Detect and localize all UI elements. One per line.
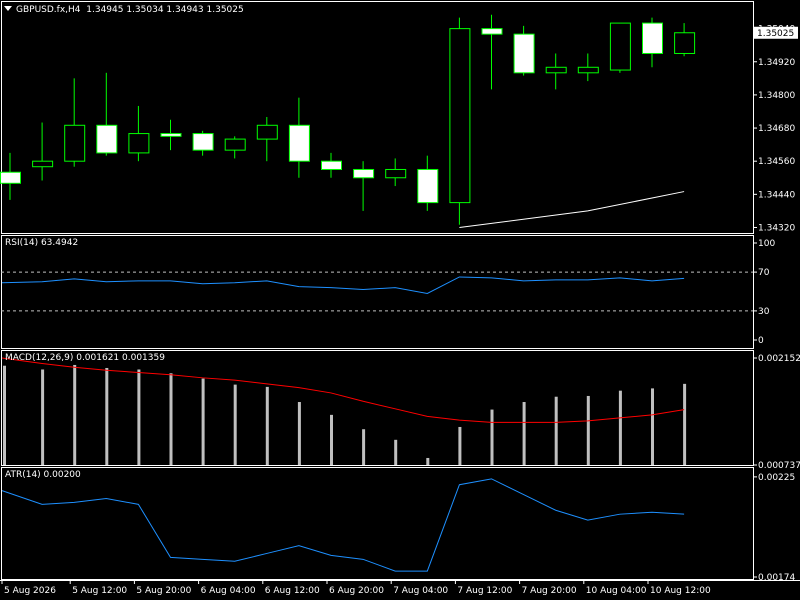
time-tick-label-1: 5 Aug 12:00 [72, 586, 127, 596]
time-tick-label-4: 6 Aug 12:00 [265, 586, 320, 596]
price-tick-label-1: 1.34920 [758, 58, 795, 68]
candle-body-19 [609, 22, 631, 71]
candle-body-9 [288, 124, 310, 162]
moving-average-line [459, 191, 685, 228]
macd-bar-8 [265, 386, 269, 465]
candle-body-14 [449, 28, 471, 204]
macd-bar-13 [426, 457, 430, 465]
candle-body-7 [224, 138, 246, 151]
candle-body-11 [353, 168, 375, 179]
macd-bar-12 [394, 439, 398, 465]
candle-body-12 [385, 168, 407, 179]
macd-bar-6 [201, 378, 205, 465]
candle-body-8 [256, 124, 278, 140]
rsi-tick-label-3: 0 [758, 336, 764, 346]
price-tick-label-5: 1.34440 [758, 190, 795, 200]
main-chart-title: GBPUSD.fx,H4 1.34945 1.35034 1.34943 1.3… [4, 5, 244, 15]
macd-tick-label-1: 0.000737 [758, 461, 800, 471]
time-tick-label-8: 7 Aug 20:00 [522, 586, 577, 596]
candle-body-3 [96, 124, 118, 154]
macd-signal-line [1, 357, 685, 423]
candle-body-15 [481, 28, 503, 35]
main-panel-frame [1, 1, 754, 234]
candle-body-17 [545, 66, 567, 74]
macd-bar-4 [137, 369, 141, 465]
time-tick-label-3: 6 Aug 04:00 [201, 586, 256, 596]
macd-bar-19 [618, 390, 622, 465]
symbol-title: GBPUSD.fx,H4 [16, 5, 81, 15]
macd-bar-17 [554, 396, 558, 465]
price-tick-label-2: 1.34800 [758, 91, 795, 101]
macd-bar-9 [297, 402, 301, 465]
macd-bar-18 [586, 395, 590, 465]
rsi-line [1, 276, 685, 294]
rsi-tick-label-2: 30 [758, 307, 770, 317]
macd-tick-label-0: 0.002152 [758, 354, 800, 364]
rsi-tick-label-1: 70 [758, 268, 770, 278]
macd-bar-15 [490, 409, 494, 465]
time-tick-label-0: 5 Aug 2026 [4, 586, 56, 596]
macd-bar-3 [105, 367, 109, 465]
price-tick-label-3: 1.34680 [758, 124, 795, 134]
atr-title: ATR(14) 0.00200 [5, 470, 81, 480]
rsi-tick-label-0: 100 [758, 239, 775, 249]
macd-bar-14 [458, 426, 462, 465]
macd-title: MACD(12,26,9) 0.001621 0.001359 [5, 353, 165, 363]
macd-bar-5 [169, 373, 173, 465]
macd-panel-frame [1, 350, 754, 466]
macd-bar-7 [233, 384, 237, 465]
price-tick-label-4: 1.34560 [758, 157, 795, 167]
atr-tick-label-0: 0.00225 [758, 473, 795, 483]
candle-body-13 [417, 168, 439, 204]
time-tick-label-2: 5 Aug 20:00 [136, 586, 191, 596]
time-tick-label-5: 6 Aug 20:00 [329, 586, 384, 596]
atr-line [1, 478, 685, 572]
candle-body-18 [577, 66, 599, 74]
macd-bar-21 [683, 383, 687, 465]
ohlc-readout: 1.34945 1.35034 1.34943 1.35025 [86, 5, 244, 15]
current-price-label: 1.35025 [757, 29, 794, 39]
macd-bar-16 [522, 402, 526, 465]
candle-body-6 [192, 133, 214, 151]
time-tick-label-7: 7 Aug 12:00 [457, 586, 512, 596]
candle-body-5 [160, 133, 182, 137]
macd-bar-0 [3, 365, 6, 465]
candle-body-1 [32, 160, 54, 168]
macd-bar-10 [330, 414, 333, 465]
chart-canvas[interactable]: 1.350401.349201.348001.346801.345601.344… [0, 0, 800, 600]
candle-body-21 [674, 32, 696, 54]
price-tick-label-6: 1.34320 [758, 223, 795, 233]
time-tick-label-9: 10 Aug 04:00 [586, 586, 647, 596]
macd-bar-1 [41, 369, 45, 465]
macd-bar-2 [73, 364, 77, 465]
atr-tick-label-1: 0.00174 [758, 573, 795, 583]
candle-body-2 [64, 124, 86, 162]
candle-body-20 [642, 22, 663, 54]
rsi-title: RSI(14) 63.4942 [5, 238, 79, 248]
candle-body-4 [128, 133, 150, 154]
time-tick-label-10: 10 Aug 12:00 [650, 586, 711, 596]
time-tick-label-6: 7 Aug 04:00 [393, 586, 448, 596]
candle-body-10 [321, 160, 342, 170]
rsi-panel-frame [1, 235, 754, 349]
macd-bar-11 [362, 429, 366, 465]
candle-body-16 [513, 33, 535, 74]
macd-bar-20 [651, 388, 654, 465]
chart-menu-triangle-icon[interactable] [4, 6, 12, 11]
atr-panel-frame [1, 467, 754, 580]
candle-body-0 [0, 171, 21, 184]
